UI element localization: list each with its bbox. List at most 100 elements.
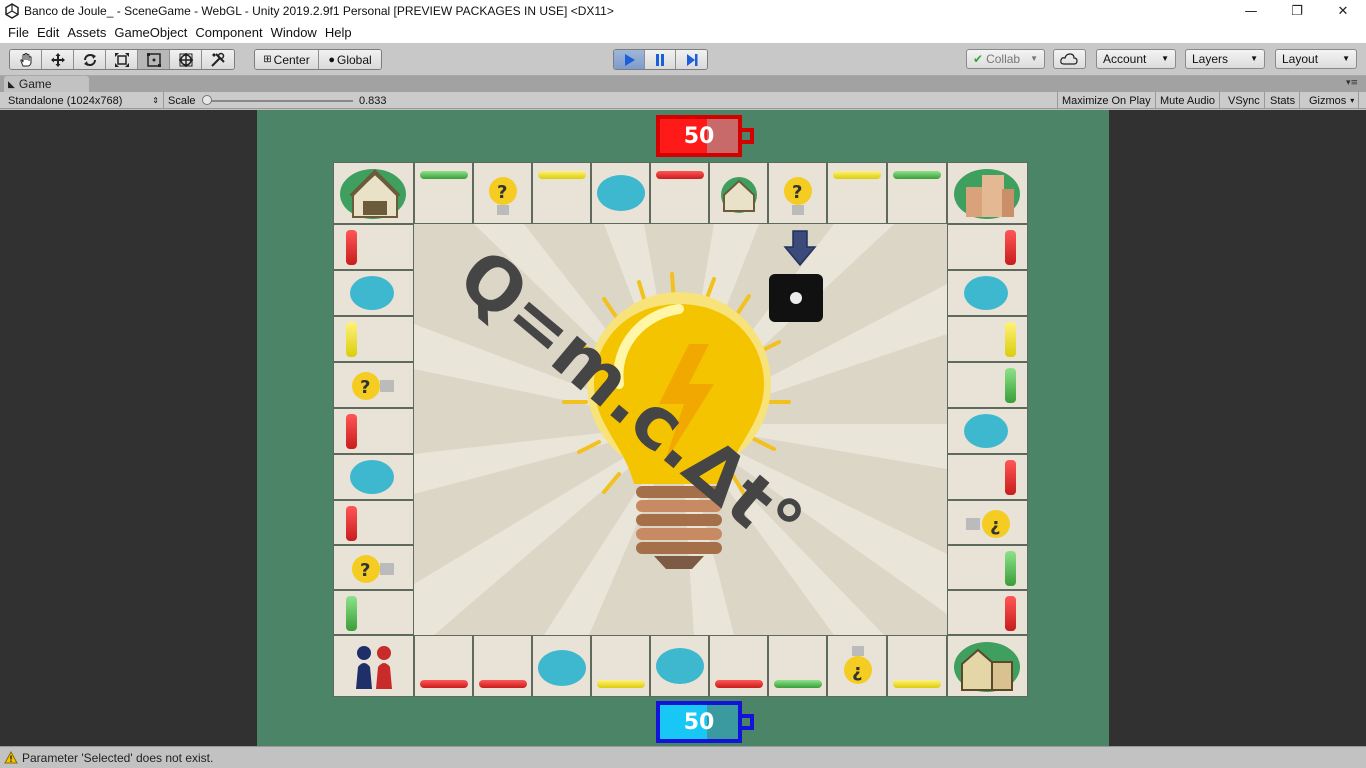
tile-right-5[interactable] xyxy=(947,408,1028,454)
question-bulb-icon: ? xyxy=(352,555,394,583)
tile-top-1[interactable] xyxy=(414,162,473,224)
menu-edit[interactable]: Edit xyxy=(37,25,59,40)
tab-menu-icon[interactable]: ▾≡ xyxy=(1346,78,1358,88)
playback-controls xyxy=(613,49,708,70)
minimize-button[interactable]: — xyxy=(1228,0,1274,22)
layers-dropdown[interactable]: Layers ▼ xyxy=(1185,49,1265,69)
tile-left-5[interactable] xyxy=(333,408,414,454)
tile-top-2[interactable]: ? xyxy=(473,162,532,224)
tile-top-7[interactable]: ? xyxy=(768,162,827,224)
factory-icon-art xyxy=(961,648,1013,691)
tile-right-8[interactable] xyxy=(947,545,1028,590)
corner-tile-building[interactable] xyxy=(947,162,1028,224)
menu-file[interactable]: File xyxy=(8,25,29,40)
tile-bottom-6[interactable] xyxy=(709,635,768,697)
pause-button[interactable] xyxy=(645,50,676,69)
tile-bottom-4[interactable] xyxy=(591,635,650,697)
step-button[interactable] xyxy=(676,50,707,69)
tile-left-6[interactable] xyxy=(333,454,414,500)
mute-audio-toggle[interactable]: Mute Audio xyxy=(1156,92,1221,109)
pivot-center-button[interactable]: ⊞ Center xyxy=(255,50,319,69)
tile-right-2[interactable] xyxy=(947,270,1028,316)
tile-right-6[interactable] xyxy=(947,454,1028,500)
tile-top-5[interactable] xyxy=(650,162,709,224)
tile-left-4[interactable]: ? xyxy=(333,362,414,408)
tile-top-3[interactable] xyxy=(532,162,591,224)
account-label: Account xyxy=(1103,52,1147,66)
tile-right-7[interactable]: ¿ xyxy=(947,500,1028,545)
tile-bottom-7[interactable] xyxy=(768,635,827,697)
svg-text:?: ? xyxy=(497,182,507,203)
game-view: 50 Q=m.c.Δt° ? ? ¿ ? ? ¿ 50 xyxy=(0,110,1366,746)
tile-left-9[interactable] xyxy=(333,590,414,635)
resolution-dropdown[interactable]: Standalone (1024x768) ⇕ xyxy=(4,92,164,109)
tile-left-1[interactable] xyxy=(333,224,414,270)
chevron-down-icon: ▼ xyxy=(1030,54,1038,63)
corner-tile-house[interactable] xyxy=(333,162,414,224)
console-status-bar[interactable]: Parameter 'Selected' does not exist. xyxy=(0,746,1366,768)
move-tool-button[interactable] xyxy=(42,50,74,69)
tile-bottom-5[interactable] xyxy=(650,635,709,697)
tile-bottom-1[interactable] xyxy=(414,635,473,697)
maximize-button[interactable]: ❐ xyxy=(1274,0,1320,22)
scale-slider-handle[interactable] xyxy=(202,95,212,105)
tile-top-4[interactable] xyxy=(591,162,650,224)
power-line-icon xyxy=(964,276,1008,310)
pause-icon xyxy=(656,53,664,66)
collab-dropdown[interactable]: ✔ Collab ▼ xyxy=(966,49,1045,69)
tile-right-9[interactable] xyxy=(947,590,1028,635)
corner-tile-start[interactable] xyxy=(333,635,414,697)
move-icon xyxy=(50,52,65,67)
rotate-tool-button[interactable] xyxy=(74,50,106,69)
dice-button[interactable] xyxy=(769,274,823,322)
menu-help[interactable]: Help xyxy=(325,25,352,40)
tile-left-8[interactable]: ? xyxy=(333,545,414,590)
menu-assets[interactable]: Assets xyxy=(67,25,106,40)
scale-slider-track[interactable] xyxy=(205,100,353,102)
account-dropdown[interactable]: Account ▼ xyxy=(1096,49,1176,69)
tile-right-4[interactable] xyxy=(947,362,1028,408)
svg-text:¿: ¿ xyxy=(852,661,862,682)
tile-left-2[interactable] xyxy=(333,270,414,316)
tile-bottom-2[interactable] xyxy=(473,635,532,697)
globe-icon: ● xyxy=(328,53,335,66)
layout-dropdown[interactable]: Layout ▼ xyxy=(1275,49,1357,69)
tile-bottom-3[interactable] xyxy=(532,635,591,697)
gizmos-dropdown[interactable]: Gizmos ▾ xyxy=(1305,92,1360,109)
menu-gameobject[interactable]: GameObject xyxy=(114,25,187,40)
vsync-toggle[interactable]: VSync xyxy=(1224,92,1265,109)
scale-value: 0.833 xyxy=(359,94,387,107)
tools-icon xyxy=(211,52,225,67)
rect-tool-button[interactable] xyxy=(138,50,170,69)
close-button[interactable]: ✕ xyxy=(1320,0,1366,22)
tile-bottom-8[interactable]: ¿ xyxy=(827,635,887,697)
tile-left-3[interactable] xyxy=(333,316,414,362)
space-global-button[interactable]: ● Global xyxy=(319,50,381,69)
question-bulb-icon: ¿ xyxy=(966,510,1010,538)
tile-top-9[interactable] xyxy=(887,162,947,224)
maximize-on-play-toggle[interactable]: Maximize On Play xyxy=(1057,92,1156,109)
tab-game[interactable]: ◣ Game xyxy=(4,76,89,92)
tile-top-6[interactable] xyxy=(709,162,768,224)
hand-tool-button[interactable] xyxy=(10,50,42,69)
check-icon: ✔ xyxy=(973,52,984,66)
corner-tile-factory[interactable] xyxy=(947,635,1028,697)
custom-tool-button[interactable] xyxy=(202,50,234,69)
pivot-icon: ⊞ xyxy=(263,54,272,65)
menu-window[interactable]: Window xyxy=(271,25,317,40)
play-button[interactable] xyxy=(614,50,645,69)
stats-toggle[interactable]: Stats xyxy=(1266,92,1301,109)
transform-tool-button[interactable] xyxy=(170,50,202,69)
tile-left-7[interactable] xyxy=(333,500,414,545)
chevron-down-icon: ▼ xyxy=(1161,54,1169,63)
scale-tool-button[interactable] xyxy=(106,50,138,69)
tile-right-3[interactable] xyxy=(947,316,1028,362)
window-title: Banco de Joule_ - SceneGame - WebGL - Un… xyxy=(24,4,614,18)
tile-right-1[interactable] xyxy=(947,224,1028,270)
cloud-button[interactable] xyxy=(1053,49,1086,69)
menu-component[interactable]: Component xyxy=(195,25,262,40)
tile-bottom-9[interactable] xyxy=(887,635,947,697)
tile-top-8[interactable] xyxy=(827,162,887,224)
main-toolbar: ⊞ Center ● Global ✔ Collab ▼ Account ▼ L… xyxy=(0,43,1366,76)
game-board: Q=m.c.Δt° ? ? ¿ ? ? ¿ xyxy=(333,162,1028,697)
